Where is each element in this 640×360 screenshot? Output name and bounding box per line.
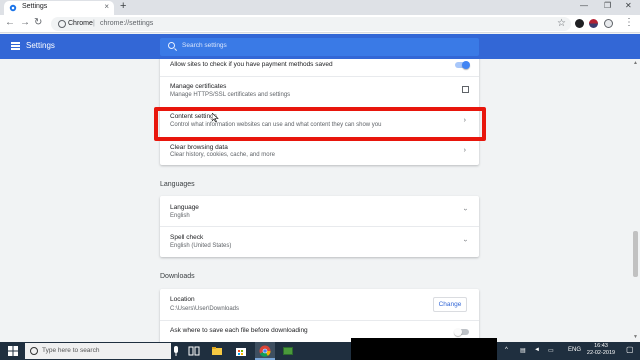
task-view-icon[interactable] <box>188 345 200 357</box>
system-clock[interactable]: 16:43 22-02-2019 <box>585 343 617 357</box>
clock-date: 22-02-2019 <box>586 350 616 356</box>
download-location-value: C:\Users\User\Downloads <box>170 306 240 312</box>
redaction-box <box>351 338 497 360</box>
chevron-down-icon: › <box>461 239 469 242</box>
file-explorer-icon[interactable] <box>211 345 223 357</box>
input-language[interactable]: ENG <box>568 347 581 353</box>
new-tab-button[interactable]: + <box>120 0 126 12</box>
terminal-app-icon[interactable] <box>282 345 294 357</box>
languages-section-title: Languages <box>160 181 195 188</box>
chevron-right-icon: › <box>463 147 466 154</box>
change-location-button[interactable]: Change <box>433 297 467 312</box>
close-tab-icon[interactable]: × <box>104 2 109 11</box>
tray-overflow-icon[interactable]: ^ <box>505 347 508 353</box>
windows-taskbar: Type here to search ^ ▤ ◄ ▭ ENG 16:43 22… <box>0 342 640 360</box>
payment-methods-toggle[interactable] <box>455 61 470 69</box>
profile-avatar[interactable] <box>604 19 613 28</box>
network-icon[interactable]: ▤ <box>520 347 526 354</box>
downloads-section-title: Downloads <box>160 273 195 280</box>
settings-header: Settings <box>0 34 640 59</box>
scroll-thumb[interactable] <box>633 231 638 277</box>
windows-start-icon[interactable] <box>8 346 18 356</box>
mouse-cursor-icon <box>212 113 219 122</box>
settings-content: Allow sites to check if you have payment… <box>0 59 630 342</box>
chrome-secure-icon <box>58 20 66 28</box>
languages-card: Language English › Spell check English (… <box>160 196 479 257</box>
forward-icon[interactable]: → <box>20 17 30 28</box>
chrome-icon <box>259 345 271 357</box>
browser-toolbar: ← → ↻ Chrome | chrome://settings ☆ ⋮ <box>0 15 640 33</box>
page-title: Settings <box>26 41 55 50</box>
language-title: Language <box>170 204 199 211</box>
content-settings-highlight <box>154 107 486 141</box>
battery-icon[interactable]: ▭ <box>548 347 554 354</box>
scroll-down-icon[interactable]: ▼ <box>633 334 638 340</box>
search-icon <box>30 347 38 355</box>
gear-icon <box>9 4 17 12</box>
download-location-title: Location <box>170 296 195 303</box>
taskbar-search[interactable]: Type here to search <box>25 343 171 359</box>
spell-check-subtitle: English (United States) <box>170 243 232 249</box>
close-window-icon[interactable]: ✕ <box>625 1 632 10</box>
tab-title: Settings <box>22 3 48 10</box>
volume-icon[interactable]: ◄ <box>534 347 540 353</box>
search-input[interactable] <box>182 42 462 49</box>
manage-certificates-title: Manage certificates <box>170 83 227 90</box>
store-icon[interactable] <box>235 345 247 357</box>
omnibox-site-label: Chrome <box>68 20 93 27</box>
clear-browsing-data-title: Clear browsing data <box>170 144 228 151</box>
microphone-icon[interactable] <box>170 345 182 357</box>
clock-time: 16:43 <box>594 343 608 349</box>
notification-icon[interactable]: ▢ <box>626 345 634 354</box>
settings-search[interactable] <box>160 38 479 56</box>
omnibox-url[interactable]: chrome://settings <box>100 20 153 27</box>
extension-icon[interactable] <box>575 19 584 28</box>
ask-where-to-save-toggle[interactable] <box>454 328 469 336</box>
payment-methods-label: Allow sites to check if you have payment… <box>170 61 333 68</box>
scrollbar[interactable]: ▲ ▼ <box>631 59 640 342</box>
search-icon <box>168 42 175 49</box>
clear-browsing-data-subtitle: Clear history, cookies, cache, and more <box>170 152 275 158</box>
chrome-taskbar-slot[interactable] <box>255 342 275 360</box>
manage-certificates-subtitle: Manage HTTPS/SSL certificates and settin… <box>170 92 291 98</box>
maximize-icon[interactable]: ❐ <box>604 1 611 10</box>
language-subtitle: English <box>170 213 190 219</box>
omnibox-separator: | <box>93 20 95 27</box>
back-icon[interactable]: ← <box>5 17 15 28</box>
chevron-down-icon: › <box>461 208 469 211</box>
reload-icon[interactable]: ↻ <box>34 17 42 28</box>
tab-strip: Settings × + — ❐ ✕ <box>0 0 640 15</box>
address-bar[interactable]: Chrome | chrome://settings ☆ <box>51 17 571 31</box>
minimize-icon[interactable]: — <box>580 1 588 10</box>
taskbar-search-placeholder: Type here to search <box>42 347 100 354</box>
downloads-card: Location C:\Users\User\Downloads Change … <box>160 289 479 342</box>
scroll-up-icon[interactable]: ▲ <box>633 60 638 66</box>
tab-settings[interactable]: Settings × <box>4 1 114 15</box>
flag-extension-icon[interactable] <box>589 19 598 28</box>
ask-where-to-save-label: Ask where to save each file before downl… <box>170 327 308 334</box>
spell-check-title: Spell check <box>170 234 204 241</box>
open-in-new-icon <box>462 86 469 93</box>
hamburger-menu-icon[interactable] <box>11 42 20 50</box>
bookmark-star-icon[interactable]: ☆ <box>557 18 566 29</box>
more-menu-icon[interactable]: ⋮ <box>624 17 634 28</box>
